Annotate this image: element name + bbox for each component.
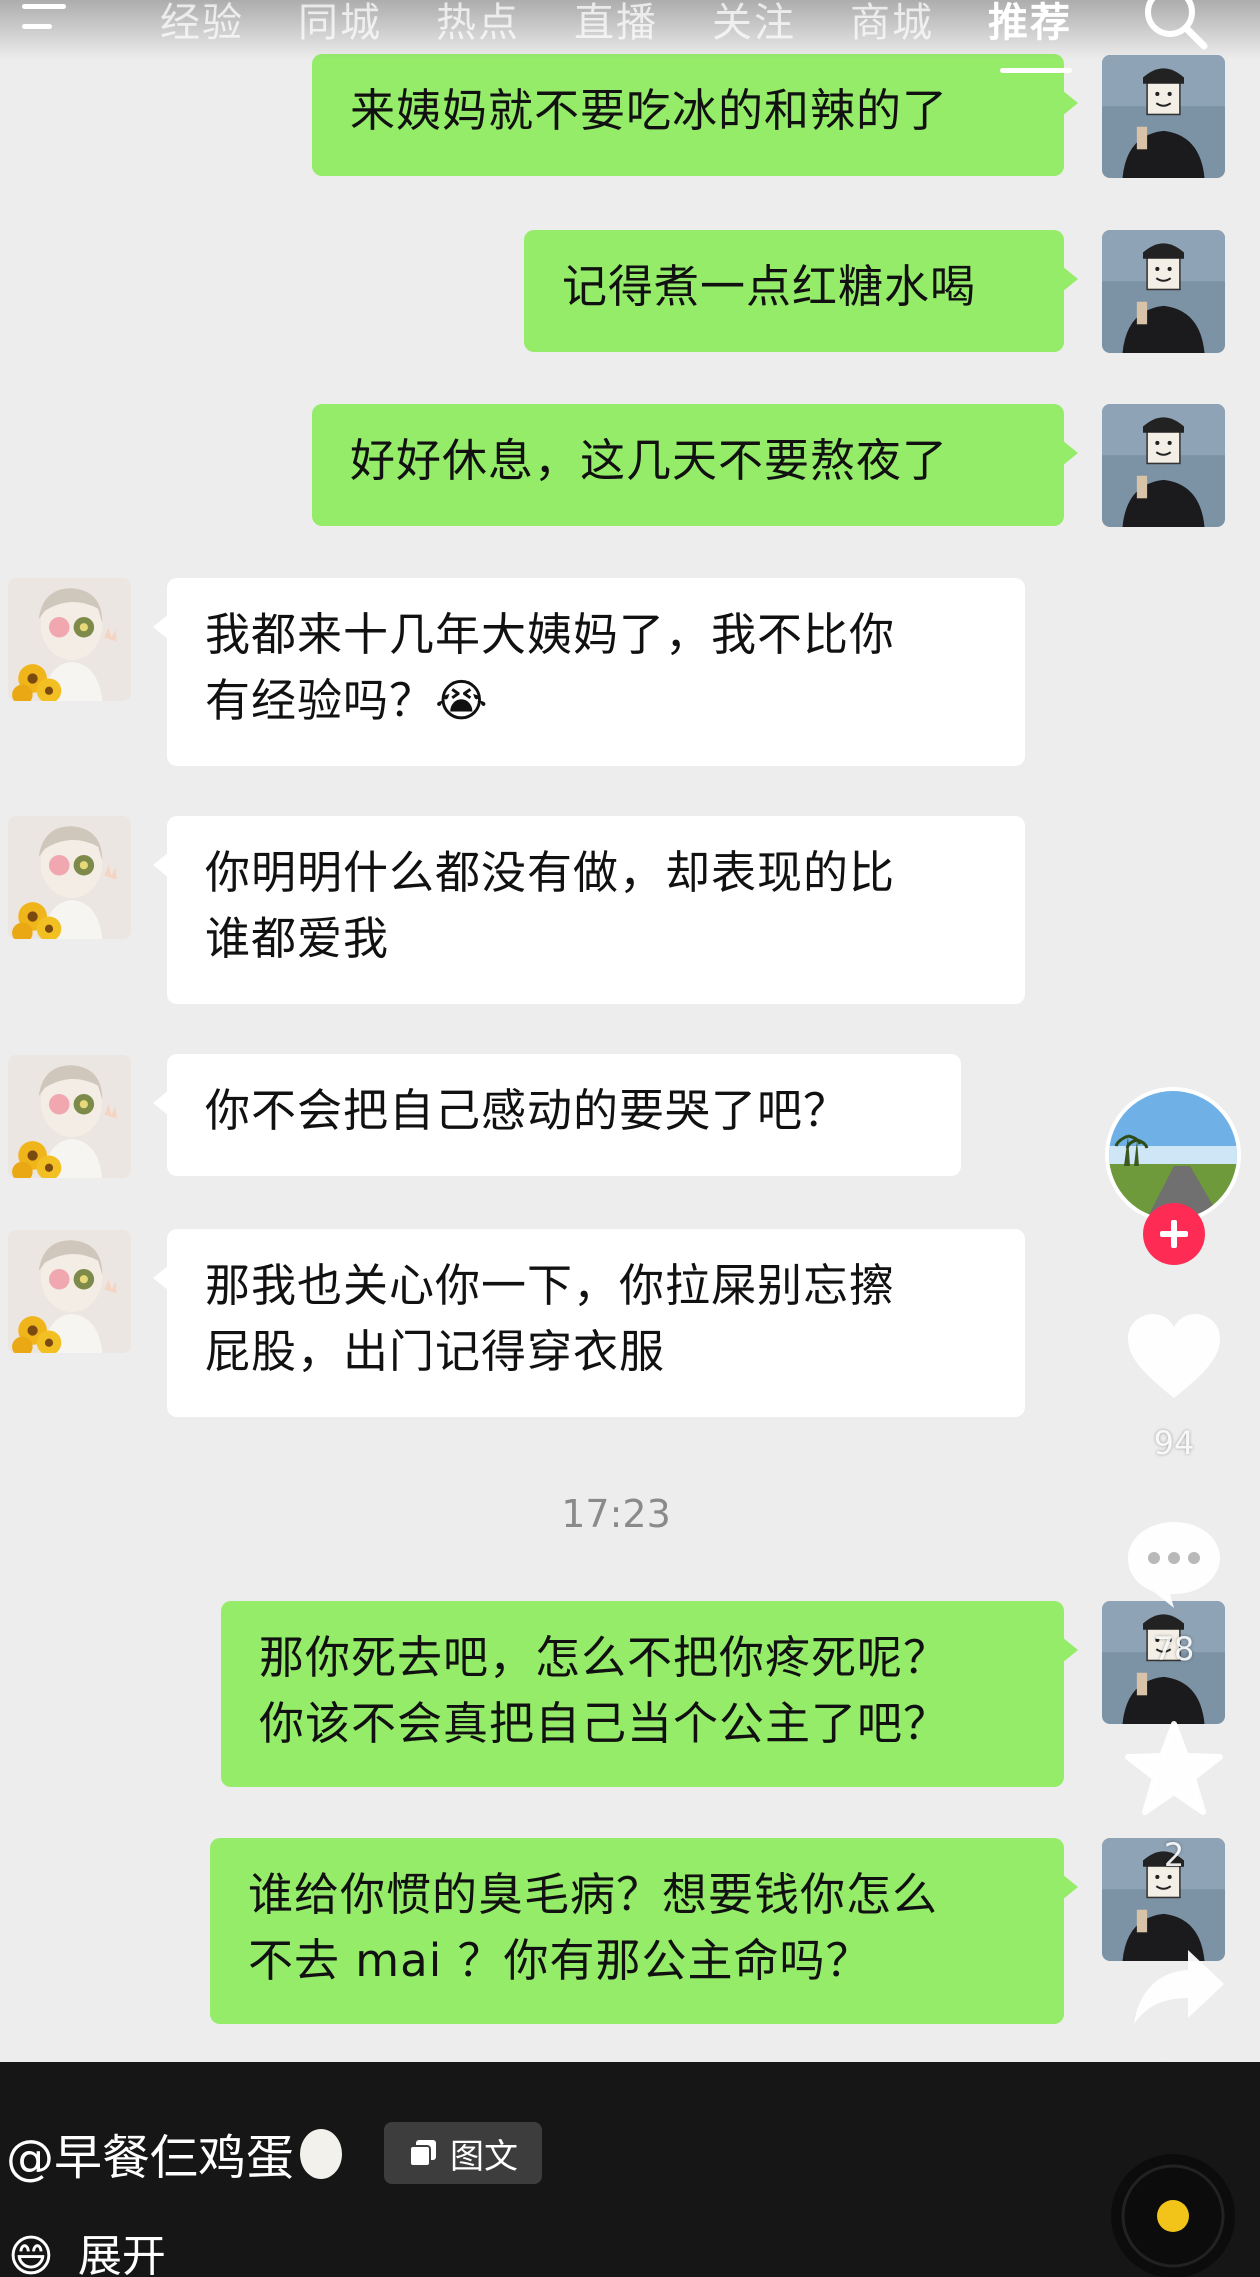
message-text: 来姨妈就不要吃冰的和辣的了 [350, 84, 949, 137]
comment-icon[interactable] [1124, 1518, 1224, 1610]
favorite-star-icon[interactable] [1124, 1720, 1224, 1816]
message-text: 你不会把自己感动的要哭了吧？ [205, 1084, 850, 1137]
message-text: 记得煮一点红糖水喝 [562, 260, 977, 313]
avatar[interactable] [1102, 230, 1225, 353]
message-text: 那我也关心你一下，你拉屎别忘擦 [205, 1259, 896, 1312]
chat-bubble-received[interactable]: 你不会把自己感动的要哭了吧？ [153, 1054, 961, 1176]
chat-bubble-sent[interactable]: 来姨妈就不要吃冰的和辣的了 [312, 54, 1078, 176]
message-text: 你该不会真把自己当个公主了吧？ [259, 1697, 950, 1750]
message-text: 那你死去吧，怎么不把你疼死呢？ [259, 1631, 950, 1684]
tab-mall[interactable]: 商城 [850, 0, 934, 48]
chat-bubble-sent[interactable]: 记得煮一点红糖水喝 [524, 230, 1078, 352]
avatar[interactable] [1102, 404, 1225, 527]
image-post-icon [409, 2140, 436, 2167]
chat-timestamp: 17:23 [561, 1492, 671, 1536]
avatar[interactable] [8, 816, 131, 939]
message-text: 谁都爱我 [205, 912, 390, 965]
music-disc-icon[interactable] [1108, 2146, 1238, 2277]
smile-emoji: 😄 [8, 2231, 54, 2277]
egg-icon [298, 2124, 344, 2180]
active-tab-indicator [1000, 68, 1072, 73]
chat-bubble-sent[interactable]: 谁给你惯的臭毛病？想要钱你怎么 不去 mai ？你有那公主命吗？ [210, 1838, 1078, 2024]
message-text: 不去 mai ？你有那公主命吗？ [248, 1934, 872, 1987]
badge-label: 图文 [450, 2136, 518, 2177]
share-arrow-icon[interactable] [1130, 1946, 1226, 2026]
tab-trending[interactable]: 热点 [436, 0, 520, 48]
crying-laughing-emoji: 😭 [435, 674, 489, 727]
favorite-count: 2 [1163, 1836, 1185, 1874]
search-icon[interactable] [1140, 0, 1210, 52]
avatar[interactable] [8, 578, 131, 701]
chat-bubble-received[interactable]: 你明明什么都没有做，却表现的比 谁都爱我 [153, 816, 1025, 1004]
image-post-badge[interactable]: 图文 [384, 2122, 542, 2184]
tab-following[interactable]: 关注 [712, 0, 796, 48]
expand-label: 展开 [77, 2231, 166, 2277]
message-text: 谁给你惯的臭毛病？想要钱你怎么 [248, 1868, 939, 1921]
follow-button[interactable] [1142, 1202, 1206, 1266]
chat-bubble-sent[interactable]: 那你死去吧，怎么不把你疼死呢？ 你该不会真把自己当个公主了吧？ [221, 1601, 1078, 1787]
menu-icon[interactable] [22, 0, 70, 40]
message-text: 屁股，出门记得穿衣服 [205, 1325, 666, 1378]
tab-local[interactable]: 同城 [298, 0, 382, 48]
message-text: 你明明什么都没有做，却表现的比 [205, 846, 896, 899]
comment-count: 78 [1153, 1630, 1195, 1668]
tab-experience[interactable]: 经验 [160, 0, 244, 48]
chat-bubble-received[interactable]: 那我也关心你一下，你拉屎别忘擦 屁股，出门记得穿衣服 [153, 1229, 1025, 1417]
top-nav: 经验 同城 热点 直播 关注 商城 推荐 [0, 0, 1260, 73]
chat-bubble-sent[interactable]: 好好休息，这几天不要熬夜了 [312, 404, 1078, 526]
like-count: 94 [1153, 1424, 1195, 1462]
message-text: 好好休息，这几天不要熬夜了 [350, 434, 949, 487]
like-heart-icon[interactable] [1124, 1312, 1224, 1402]
avatar[interactable] [8, 1055, 131, 1178]
avatar[interactable] [1102, 55, 1225, 178]
chat-bubble-received[interactable]: 我都来十几年大姨妈了，我不比你 有经验吗？😭 [153, 578, 1025, 766]
tab-recommended[interactable]: 推荐 [988, 0, 1072, 48]
message-text: 我都来十几年大姨妈了，我不比你 [205, 608, 896, 661]
avatar[interactable] [8, 1230, 131, 1353]
expand-caption[interactable]: 😄 展开 [8, 2220, 166, 2277]
author-name[interactable]: @早餐仨鸡蛋 [6, 2118, 344, 2188]
message-text: 有经验吗？ [205, 674, 436, 727]
tab-live[interactable]: 直播 [574, 0, 658, 48]
